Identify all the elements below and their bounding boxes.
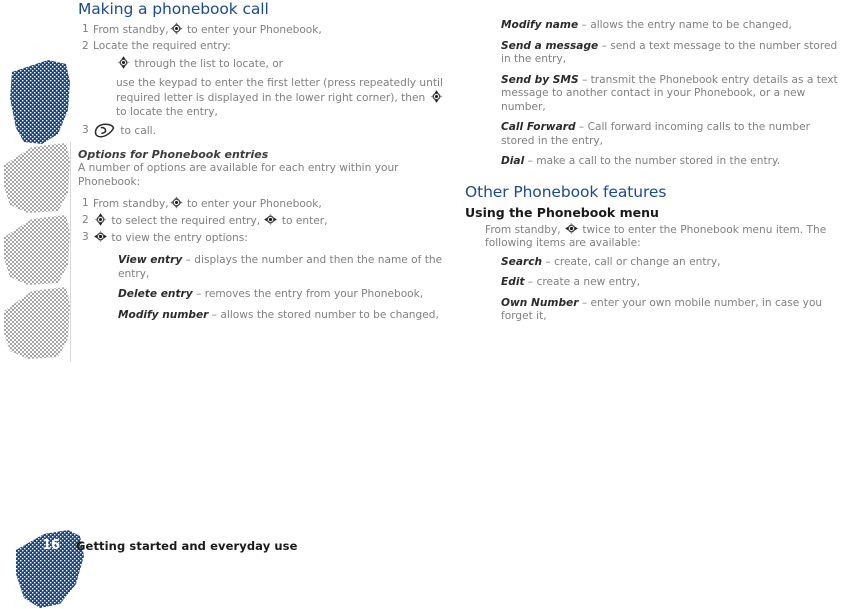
- definition-term: Modify name: [501, 19, 579, 31]
- definition-term: Call Forward: [501, 121, 576, 133]
- menu-item-term: Search: [501, 255, 543, 268]
- definition-modify-name: Modify name – allows the entry name to b…: [501, 19, 846, 33]
- option-step-2: 2 to select the required entry, to enter…: [78, 213, 448, 229]
- menu-item-search: Search – create, call or change an entry…: [501, 256, 846, 270]
- using-menu-subheading: Using the Phonebook menu: [465, 204, 659, 220]
- step-text: Locate the required entry:: [93, 40, 231, 52]
- definition-desc: removes the entry from your Phonebook,: [204, 288, 424, 300]
- step-text-after: to enter your Phonebook,: [186, 24, 322, 36]
- nav-key-vertical-icon: [430, 90, 443, 103]
- definition-dash: –: [581, 73, 588, 86]
- step-1: 1 From standby, to enter your Phonebook,: [78, 22, 448, 38]
- step-text-before: From standby,: [93, 198, 169, 210]
- options-heading: Options for Phonebook entries: [78, 148, 269, 161]
- definition-term: View entry: [118, 254, 183, 266]
- step-number: 2: [82, 214, 89, 226]
- definition-desc: make a call to the number stored in the …: [536, 155, 781, 167]
- menu-item-desc: create a new entry,: [536, 276, 641, 288]
- nav-key-vertical-icon: [117, 56, 130, 69]
- definition-call-forward: Call Forward – Call forward incoming cal…: [501, 121, 846, 148]
- sub-text-before: use the keypad to enter the first letter…: [116, 76, 443, 105]
- making-call-steps: 1 From standby, to enter your Phonebook,…: [78, 22, 448, 139]
- options-intro: A number of options are available for ea…: [78, 162, 399, 188]
- step-3: 3 to call.: [78, 123, 448, 139]
- page-number: 16: [42, 538, 60, 553]
- definition-dash: –: [527, 155, 533, 167]
- left-column: Making a phonebook call 1 From standby, …: [78, 0, 448, 329]
- step-number: 1: [82, 197, 89, 209]
- definition-term: Delete entry: [118, 288, 193, 300]
- nav-key-all-icon: [169, 196, 183, 209]
- menu-item-term: Own Number: [501, 296, 579, 309]
- right-column: Modify name – allows the entry name to b…: [465, 0, 846, 331]
- sub-text-after: to locate the entry,: [116, 105, 218, 118]
- option-step-1: 1 From standby, to enter your Phonebook,: [78, 196, 448, 212]
- step-text-mid: to select the required entry,: [111, 215, 261, 227]
- menu-item-dash: –: [581, 296, 588, 309]
- definition-dash: –: [196, 288, 202, 300]
- step-text-after: to call.: [120, 125, 156, 137]
- nav-key-horizontal-icon: [565, 222, 578, 235]
- definition-send-a-message: Send a message – send a text message to …: [501, 40, 846, 67]
- definition-dash: –: [578, 121, 585, 133]
- nav-key-horizontal-icon: [94, 230, 107, 243]
- step-text: From standby, to enter your Phonebook,: [93, 22, 448, 38]
- step-text-mid: to enter your Phonebook,: [186, 198, 322, 210]
- definition-term: Send a message: [501, 39, 599, 52]
- step-text: to call.: [93, 123, 448, 139]
- step-text: From standby, to enter your Phonebook,: [93, 196, 448, 212]
- step-2-sub-a: through the list to locate, or: [116, 56, 448, 72]
- definition-send-by-sms: Send by SMS – transmit the Phonebook ent…: [501, 74, 846, 115]
- step-number: 2: [82, 40, 89, 52]
- intro-text-before: From standby,: [485, 223, 561, 236]
- definition-dash: –: [211, 308, 218, 321]
- step-text-mid: to view the entry options:: [111, 232, 248, 244]
- menu-item-dash: –: [527, 276, 534, 288]
- menu-item-desc: create, call or change an entry,: [554, 255, 721, 268]
- definition-modify-number: Modify number – allows the stored number…: [118, 309, 448, 323]
- step-text-before: From standby,: [93, 24, 169, 36]
- step-number: 1: [82, 23, 89, 35]
- definition-dash: –: [185, 254, 191, 266]
- nav-key-all-icon: [169, 22, 183, 35]
- sub-text: through the list to locate, or: [134, 58, 284, 70]
- definition-term: Send by SMS: [501, 73, 579, 86]
- footer-section-title: Getting started and everyday use: [76, 539, 298, 553]
- definition-desc: allows the entry name to be changed,: [590, 19, 792, 31]
- definition-delete-entry: Delete entry – removes the entry from yo…: [118, 288, 448, 302]
- options-steps: 1 From standby, to enter your Phonebook,…: [78, 196, 448, 246]
- definition-desc: allows the stored number to be changed,: [220, 308, 439, 321]
- menu-item-term: Edit: [501, 276, 525, 288]
- step-text: to view the entry options:: [93, 230, 448, 246]
- nav-key-vertical-icon: [94, 213, 107, 226]
- definition-term: Modify number: [118, 308, 209, 321]
- other-features-heading: Other Phonebook features: [465, 182, 667, 201]
- definition-dial: Dial – make a call to the number stored …: [501, 155, 846, 169]
- step-text: to select the required entry, to enter,: [93, 213, 448, 229]
- step-2: 2 Locate the required entry:: [78, 39, 448, 54]
- definition-view-entry: View entry – displays the number and the…: [118, 254, 448, 281]
- menu-item-own-number: Own Number – enter your own mobile numbe…: [501, 297, 846, 324]
- step-text-after: to enter,: [281, 215, 328, 227]
- menu-item-edit: Edit – create a new entry,: [501, 276, 846, 290]
- page-title: Making a phonebook call: [78, 0, 269, 18]
- menu-item-dash: –: [545, 255, 551, 268]
- using-menu-intro: From standby, twice to enter the Phonebo…: [485, 222, 846, 251]
- step-2-sub-b: use the keypad to enter the first letter…: [116, 77, 448, 120]
- definition-dash: –: [601, 39, 607, 52]
- call-key-icon: [93, 123, 115, 138]
- step-number: 3: [82, 124, 89, 136]
- definition-dash: –: [581, 19, 587, 31]
- definition-term: Dial: [501, 155, 525, 167]
- page-content: Making a phonebook call 1 From standby, …: [0, 0, 846, 609]
- nav-key-horizontal-icon: [264, 213, 278, 226]
- step-number: 3: [82, 231, 89, 243]
- option-step-3: 3 to view the entry options:: [78, 230, 448, 246]
